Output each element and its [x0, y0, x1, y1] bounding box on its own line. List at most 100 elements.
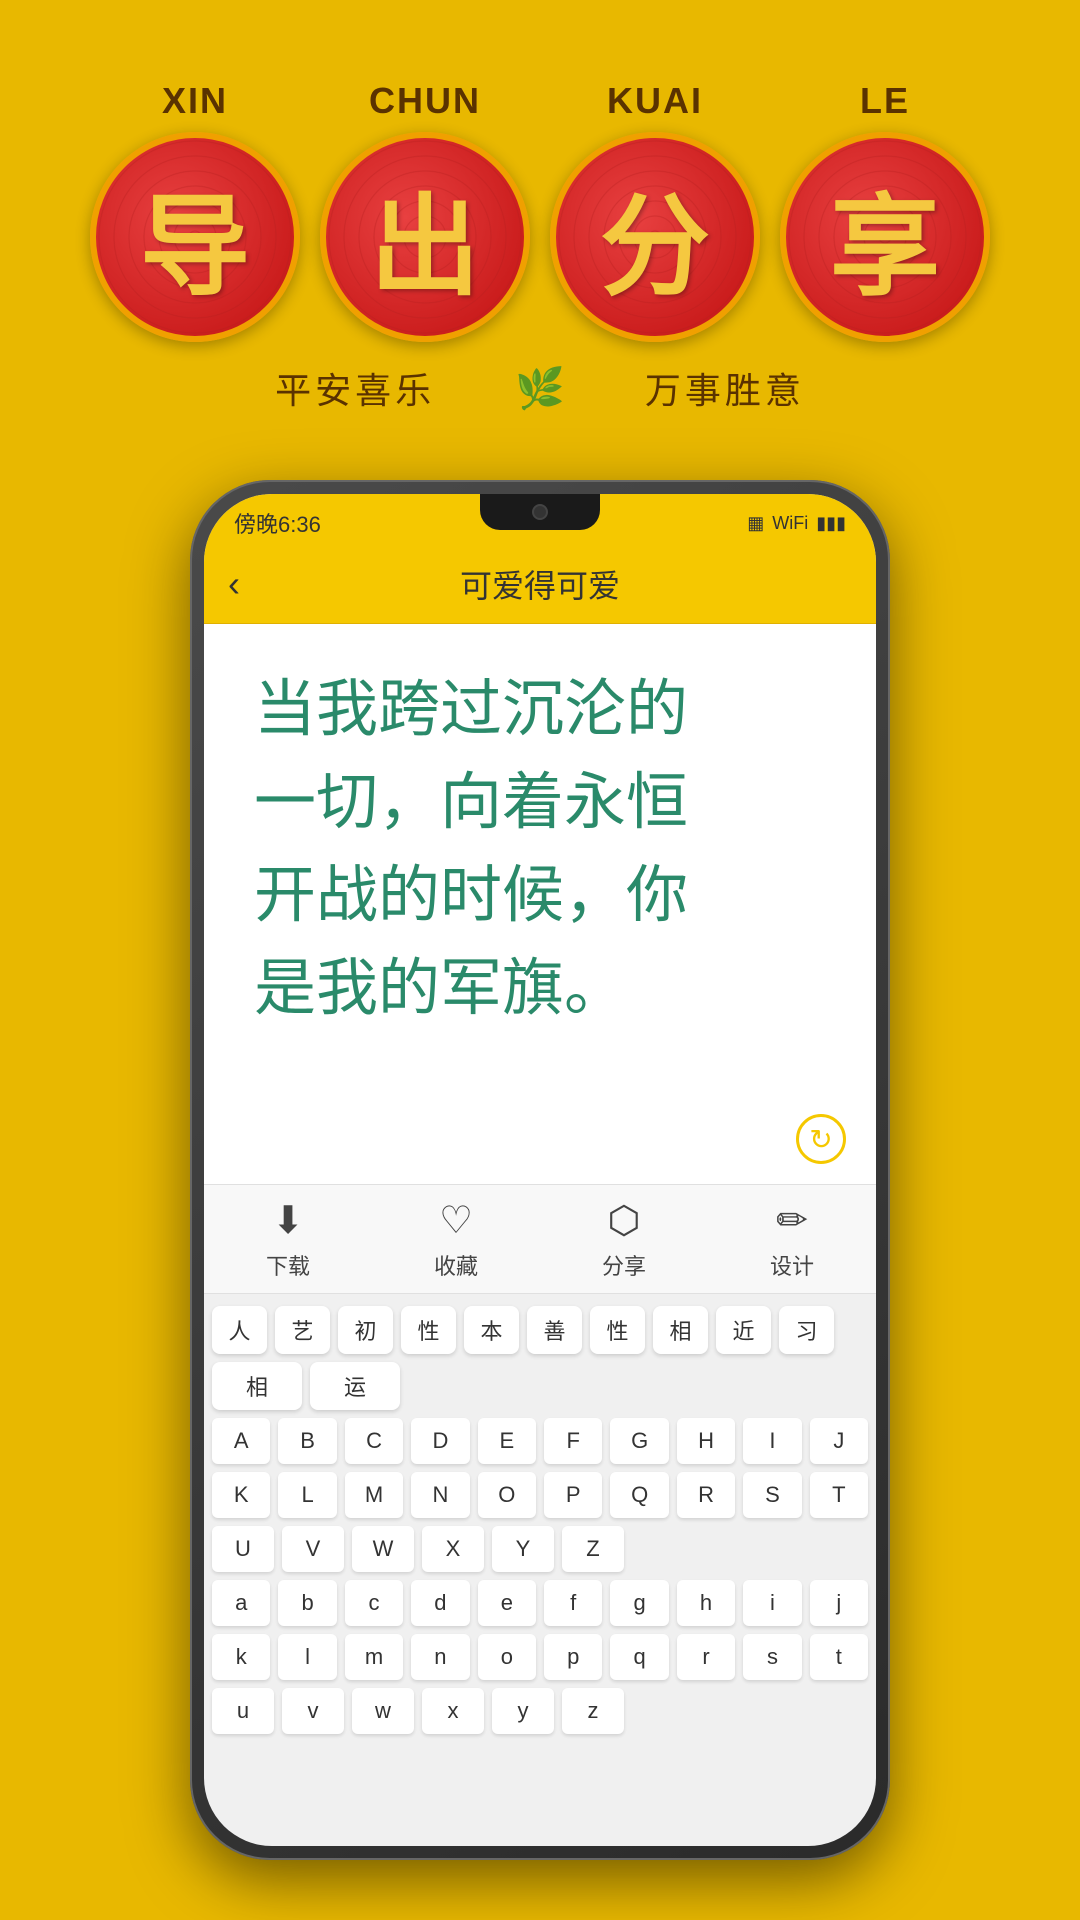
key-M[interactable]: M: [345, 1472, 403, 1518]
refresh-button[interactable]: ↻: [796, 1114, 846, 1164]
key-R[interactable]: R: [677, 1472, 735, 1518]
key-J[interactable]: J: [810, 1418, 868, 1464]
key-U[interactable]: U: [212, 1526, 274, 1572]
key-i[interactable]: i: [743, 1580, 801, 1626]
key-S[interactable]: S: [743, 1472, 801, 1518]
design-label: 设计: [770, 1249, 814, 1281]
key-H[interactable]: H: [677, 1418, 735, 1464]
key-w[interactable]: w: [352, 1688, 414, 1734]
circle-xin: 导: [90, 132, 300, 342]
key-V[interactable]: V: [282, 1526, 344, 1572]
char-xin: 导: [140, 157, 250, 317]
key-o[interactable]: o: [478, 1634, 536, 1680]
alpha-row-uppercase2: K L M N O P Q R S T: [212, 1472, 868, 1518]
key-F[interactable]: F: [544, 1418, 602, 1464]
action-download[interactable]: ⬇ 下载: [266, 1198, 310, 1281]
char-item-le: LE 享: [780, 80, 990, 342]
key-k[interactable]: k: [212, 1634, 270, 1680]
phone-notch: [480, 494, 600, 530]
key-I[interactable]: I: [743, 1418, 801, 1464]
key-chu[interactable]: 初: [338, 1306, 393, 1354]
key-e[interactable]: e: [478, 1580, 536, 1626]
key-xing2[interactable]: 性: [590, 1306, 645, 1354]
char-item-chun: CHUN 出: [320, 80, 530, 342]
lotus-icon: 🌿: [515, 365, 565, 412]
key-v[interactable]: v: [282, 1688, 344, 1734]
key-xi[interactable]: 习: [779, 1306, 834, 1354]
key-G[interactable]: G: [610, 1418, 668, 1464]
subtitle-right: 万事胜意: [645, 362, 805, 414]
key-W[interactable]: W: [352, 1526, 414, 1572]
char-item-kuai: KUAI 分: [550, 80, 760, 342]
content-area: 当我跨过沉沦的一切，向着永恒开战的时候，你是我的军旗。 ↻: [204, 624, 876, 1184]
key-p[interactable]: p: [544, 1634, 602, 1680]
app-header: ‹ 可爱得可爱: [204, 544, 876, 624]
keyboard-area: 人 艺 初 性 本 善 性 相 近 习 相 运: [204, 1294, 876, 1754]
key-c[interactable]: c: [345, 1580, 403, 1626]
phone-camera: [532, 504, 548, 520]
action-share[interactable]: ⬡ 分享: [602, 1198, 646, 1281]
char-chun: 出: [370, 157, 480, 317]
key-m[interactable]: m: [345, 1634, 403, 1680]
key-h[interactable]: h: [677, 1580, 735, 1626]
key-t[interactable]: t: [810, 1634, 868, 1680]
key-xing1[interactable]: 性: [401, 1306, 456, 1354]
key-yun[interactable]: 运: [310, 1362, 400, 1410]
key-a[interactable]: a: [212, 1580, 270, 1626]
alpha-row-uppercase1: A B C D E F G H I J: [212, 1418, 868, 1464]
key-Z[interactable]: Z: [562, 1526, 624, 1572]
key-x[interactable]: x: [422, 1688, 484, 1734]
heart-icon: ♡: [439, 1198, 473, 1243]
key-C[interactable]: C: [345, 1418, 403, 1464]
key-n[interactable]: n: [411, 1634, 469, 1680]
circle-chun: 出: [320, 132, 530, 342]
key-shan[interactable]: 善: [527, 1306, 582, 1354]
subtitle-row: 平安喜乐 🌿 万事胜意: [40, 362, 1040, 414]
key-l[interactable]: l: [278, 1634, 336, 1680]
key-ren[interactable]: 人: [212, 1306, 267, 1354]
key-L[interactable]: L: [278, 1472, 336, 1518]
label-le: LE: [860, 80, 910, 122]
key-D[interactable]: D: [411, 1418, 469, 1464]
key-u[interactable]: u: [212, 1688, 274, 1734]
key-g[interactable]: g: [610, 1580, 668, 1626]
key-z[interactable]: z: [562, 1688, 624, 1734]
key-b[interactable]: b: [278, 1580, 336, 1626]
action-design[interactable]: ✏ 设计: [770, 1198, 814, 1281]
alpha-row-lowercase1: a b c d e f g h i j: [212, 1580, 868, 1626]
key-d[interactable]: d: [411, 1580, 469, 1626]
key-r[interactable]: r: [677, 1634, 735, 1680]
key-B[interactable]: B: [278, 1418, 336, 1464]
key-X[interactable]: X: [422, 1526, 484, 1572]
key-N[interactable]: N: [411, 1472, 469, 1518]
key-xiang1[interactable]: 相: [653, 1306, 708, 1354]
status-icons: ▦ WiFi ▮▮▮: [747, 513, 846, 534]
alpha-row-lowercase2: k l m n o p q r s t: [212, 1634, 868, 1680]
key-yi[interactable]: 艺: [275, 1306, 330, 1354]
key-T[interactable]: T: [810, 1472, 868, 1518]
key-s[interactable]: s: [743, 1634, 801, 1680]
key-Y[interactable]: Y: [492, 1526, 554, 1572]
action-favorite[interactable]: ♡ 收藏: [434, 1198, 478, 1281]
main-text: 当我跨过沉沦的一切，向着永恒开战的时候，你是我的军旗。: [254, 664, 826, 1036]
key-jin[interactable]: 近: [716, 1306, 771, 1354]
back-button[interactable]: ‹: [228, 563, 240, 605]
key-O[interactable]: O: [478, 1472, 536, 1518]
alpha-row-uppercase3: U V W X Y Z: [212, 1526, 868, 1572]
share-label: 分享: [602, 1249, 646, 1281]
key-f[interactable]: f: [544, 1580, 602, 1626]
key-A[interactable]: A: [212, 1418, 270, 1464]
key-E[interactable]: E: [478, 1418, 536, 1464]
alpha-row-lowercase3: u v w x y z: [212, 1688, 868, 1734]
key-K[interactable]: K: [212, 1472, 270, 1518]
signal-icon: ▦: [747, 513, 764, 534]
key-y[interactable]: y: [492, 1688, 554, 1734]
label-kuai: KUAI: [607, 80, 703, 122]
key-j[interactable]: j: [810, 1580, 868, 1626]
key-q[interactable]: q: [610, 1634, 668, 1680]
key-xiang2[interactable]: 相: [212, 1362, 302, 1410]
key-ben[interactable]: 本: [464, 1306, 519, 1354]
keyboard-chinese-row1: 人 艺 初 性 本 善 性 相 近 习: [212, 1306, 868, 1354]
key-Q[interactable]: Q: [610, 1472, 668, 1518]
key-P[interactable]: P: [544, 1472, 602, 1518]
